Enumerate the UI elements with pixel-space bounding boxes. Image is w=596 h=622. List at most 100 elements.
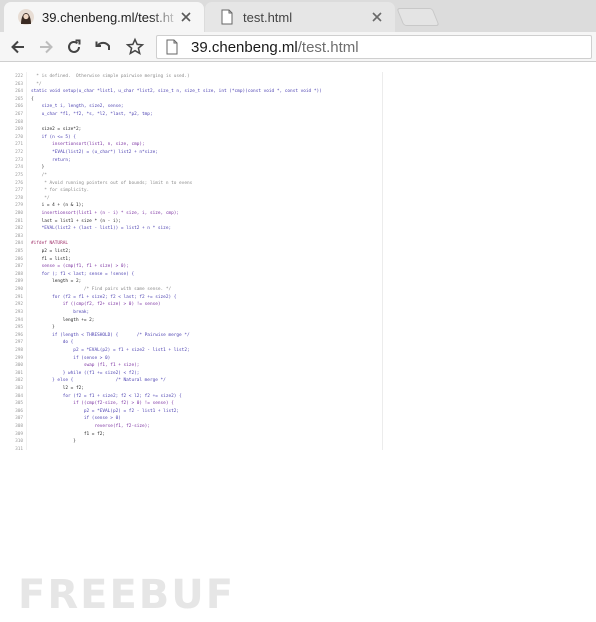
line-number: 305 xyxy=(15,401,23,407)
bookmark-button[interactable] xyxy=(125,37,145,57)
code-text: #ifdef NATURAL xyxy=(31,241,69,247)
line-number: 264 xyxy=(15,89,23,95)
line-number: 288 xyxy=(15,271,23,277)
code-text: insertionsort(list1, n, size, cmp); xyxy=(31,142,145,148)
code-text: p2 = *EVAL(p2) = f1 + size2 - list1 + li… xyxy=(31,347,190,353)
line-number: 274 xyxy=(15,165,23,171)
code-text: insertionsort(list1 + (n - i) * size, i,… xyxy=(31,210,180,216)
code-text: * for simplicity. xyxy=(31,188,90,194)
code-text: if (length < THRESHOLD) { /* Pairwise me… xyxy=(31,332,190,338)
code-text: return; xyxy=(31,157,71,163)
code-line: 283 xyxy=(0,233,380,241)
line-number: 286 xyxy=(15,256,23,262)
line-number: 310 xyxy=(15,439,23,445)
code-text: p2 = list2; xyxy=(31,249,71,255)
code-line: 307 if (sense > 0) xyxy=(0,415,380,423)
undo-button[interactable] xyxy=(93,37,113,57)
code-line: 311 xyxy=(0,446,380,454)
code-line: 310 } xyxy=(0,438,380,446)
close-icon[interactable] xyxy=(371,11,383,23)
tab-title: test.html xyxy=(243,9,293,25)
code-line: 282 *EVAL(list2 + (last - list1)) = list… xyxy=(0,225,380,233)
undo-icon xyxy=(95,41,110,50)
code-line: 299 if (sense > 0) xyxy=(0,355,380,363)
code-text: } xyxy=(31,165,45,171)
browser-toolbar: 39.chenbeng.ml/test.html xyxy=(0,32,596,62)
code-line: 279 i = 4 + (n & 1); xyxy=(0,202,380,210)
code-line: 295 } xyxy=(0,324,380,332)
code-line: 297 do { xyxy=(0,339,380,347)
watermark: FREEBUF xyxy=(16,572,233,618)
code-line: 272 *EVAL(list2) = (u_char*) list2 + n*s… xyxy=(0,149,380,157)
tab-inactive[interactable]: test.html xyxy=(205,2,395,32)
code-line: 290 /* Find pairs with same sense. */ xyxy=(0,286,380,294)
code-text: size_t i, length, size2, sense; xyxy=(31,104,124,110)
code-line: 292 if ((cmp(f2, f2+ size) > 0) != sense… xyxy=(0,301,380,309)
code-text: * Avoid running pointers out of bounds; … xyxy=(31,180,193,186)
line-number: 301 xyxy=(15,370,23,376)
code-text: p2 = *EVAL(p2) = f2 - list1 + list2; xyxy=(31,408,180,414)
code-line: 302 } else { /* Natural merge */ xyxy=(0,377,380,385)
code-text: */ xyxy=(31,81,42,87)
code-line: 274 } xyxy=(0,164,380,172)
code-text: } xyxy=(31,439,76,445)
back-button[interactable] xyxy=(8,37,28,57)
watermark-text: FREEBUF xyxy=(18,572,236,618)
code-line: 269 size2 = size*2; xyxy=(0,126,380,134)
code-text: * is defined. Otherwise simple pairwise … xyxy=(31,74,190,79)
line-number: 273 xyxy=(15,157,23,163)
code-line: 265 { xyxy=(0,96,380,104)
url-host: 39.chenbeng.ml xyxy=(191,38,298,56)
line-number: 291 xyxy=(15,294,23,300)
line-number: 287 xyxy=(15,264,23,270)
code-text: f1 = f2; xyxy=(31,431,106,437)
code-line: 294 length += 2; xyxy=(0,317,380,325)
code-line: 300 swap (f1, f1 + size); xyxy=(0,362,380,370)
line-number: 298 xyxy=(15,347,23,353)
code-line: 281 last = list1 + size * (n - i); xyxy=(0,218,380,226)
code-text: */ xyxy=(31,195,50,201)
forward-button[interactable] xyxy=(36,37,56,57)
line-number: 279 xyxy=(15,203,23,209)
tab-active[interactable]: 39.chenbeng.ml/test.ht xyxy=(4,2,204,32)
reload-button[interactable] xyxy=(64,37,84,57)
code-text: *EVAL(list2) = (u_char*) list2 + n*size; xyxy=(31,150,158,156)
code-line: 275 /* xyxy=(0,172,380,180)
address-bar[interactable]: 39.chenbeng.ml/test.html xyxy=(156,35,592,59)
code-text: length = 2; xyxy=(31,279,82,285)
code-text: for (f2 = f1 + size2; f2 < l2; f2 += siz… xyxy=(31,393,182,399)
line-number: 307 xyxy=(15,416,23,422)
line-number: 285 xyxy=(15,249,23,255)
code-text: if (sense > 0) xyxy=(31,355,111,361)
tab-strip: 39.chenbeng.ml/test.ht test.html xyxy=(0,0,596,32)
new-tab-button[interactable] xyxy=(396,8,440,26)
code-line: 263 */ xyxy=(0,81,380,89)
code-line: 222 * is defined. Otherwise simple pairw… xyxy=(0,73,380,81)
code-line: 298 p2 = *EVAL(p2) = f1 + size2 - list1 … xyxy=(0,347,380,355)
line-number: 306 xyxy=(15,408,23,414)
line-number: 302 xyxy=(15,378,23,384)
code-text: size2 = size*2; xyxy=(31,127,82,133)
line-number: 295 xyxy=(15,325,23,331)
code-listing: 222 * is defined. Otherwise simple pairw… xyxy=(0,73,380,453)
code-text: swap (f1, f1 + size); xyxy=(31,363,140,369)
code-text: { xyxy=(31,96,34,102)
code-line: 305 if ((cmp(f2-size, f2) > 0) != sense)… xyxy=(0,400,380,408)
close-icon[interactable] xyxy=(180,11,192,23)
line-number: 296 xyxy=(15,332,23,338)
code-line: 296 if (length < THRESHOLD) { /* Pairwis… xyxy=(0,332,380,340)
code-text: l2 = f2; xyxy=(31,385,84,391)
code-text: do { xyxy=(31,340,74,346)
forward-icon xyxy=(40,40,53,54)
url-text: 39.chenbeng.ml/test.html xyxy=(191,39,359,56)
code-line: 308 reverse(f1, f2-size); xyxy=(0,423,380,431)
code-line: 270 if (n <= 5) { xyxy=(0,134,380,142)
line-number: 289 xyxy=(15,279,23,285)
code-line: 271 insertionsort(list1, n, size, cmp); xyxy=(0,141,380,149)
line-number: 280 xyxy=(15,210,23,216)
code-text: } else { /* Natural merge */ xyxy=(31,378,166,384)
code-text: if (n <= 5) { xyxy=(31,134,76,140)
line-number: 299 xyxy=(15,355,23,361)
line-number: 293 xyxy=(15,309,23,315)
line-number: 222 xyxy=(15,74,23,79)
